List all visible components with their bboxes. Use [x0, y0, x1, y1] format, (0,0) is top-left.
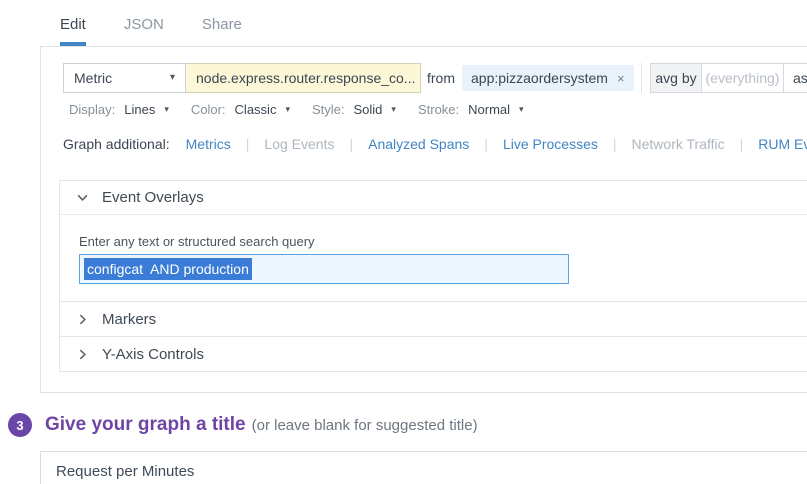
- scope-input[interactable]: app:pizzaordersystem ×: [462, 63, 642, 93]
- metric-type-label: Metric: [74, 70, 113, 86]
- step3-title-text: Give your graph a title: [45, 414, 246, 435]
- metric-type-dropdown[interactable]: Metric ▾: [63, 63, 186, 93]
- divider: |: [612, 136, 617, 152]
- color-dropdown[interactable]: Color: Classic ▾: [191, 102, 290, 117]
- link-live-processes[interactable]: Live Processes: [503, 136, 598, 152]
- chevron-down-icon: ▾: [519, 104, 524, 114]
- markers-section: Markers: [59, 301, 807, 337]
- link-log-events[interactable]: Log Events: [264, 136, 334, 152]
- style-value: Solid: [353, 102, 383, 117]
- metric-name-input[interactable]: node.express.router.response_co...: [186, 63, 421, 93]
- display-label: Display:: [69, 102, 116, 117]
- section-title: Markers: [102, 310, 157, 328]
- markers-header[interactable]: Markers: [60, 302, 807, 336]
- step3-title: Give your graph a title (or leave blank f…: [45, 414, 478, 436]
- group-by-input[interactable]: (everything): [702, 63, 784, 93]
- selected-query-text: configcat AND production: [84, 258, 252, 280]
- remove-tag-icon[interactable]: ×: [617, 71, 625, 86]
- chevron-down-icon: ▾: [391, 104, 396, 114]
- scope-tag[interactable]: app:pizzaordersystem ×: [462, 65, 634, 91]
- step-number-badge: 3: [8, 413, 32, 437]
- chevron-down-icon: [76, 191, 89, 204]
- link-rum-events[interactable]: RUM Ev: [758, 136, 807, 152]
- divider: |: [484, 136, 488, 152]
- metric-query-row: Metric ▾ node.express.router.response_co…: [63, 63, 807, 93]
- stroke-dropdown[interactable]: Stroke: Normal ▾: [418, 102, 524, 117]
- accordion-stack: Event Overlays Enter any text or structu…: [59, 180, 807, 372]
- aggregator-button[interactable]: avg by: [650, 63, 702, 93]
- divider: |: [245, 136, 250, 152]
- chevron-down-icon: ▾: [164, 104, 169, 114]
- graph-title-input[interactable]: Request per Minutes: [40, 451, 807, 484]
- display-value: Lines: [124, 102, 156, 117]
- graph-additional-label: Graph additional:: [63, 136, 170, 152]
- query-editor-panel: Metric ▾ node.express.router.response_co…: [40, 46, 807, 393]
- stroke-label: Stroke:: [417, 102, 460, 117]
- as-button[interactable]: as: [784, 63, 807, 93]
- graph-title-value: Request per Minutes: [56, 463, 195, 480]
- display-options-row: Display: Lines ▾ Color: Classic ▾ Style:…: [69, 102, 807, 117]
- tab-json[interactable]: JSON: [124, 16, 164, 46]
- event-overlays-section: Event Overlays Enter any text or structu…: [59, 180, 807, 302]
- event-overlays-header[interactable]: Event Overlays: [60, 181, 807, 215]
- graph-additional-row: Graph additional: Metrics | Log Events |…: [63, 136, 807, 152]
- from-label: from: [427, 70, 455, 86]
- divider: |: [739, 136, 744, 152]
- event-overlays-content: Enter any text or structured search quer…: [60, 215, 807, 301]
- step3-subtitle: (or leave blank for suggested title): [251, 417, 478, 434]
- scope-tag-label: app:pizzaordersystem: [471, 70, 608, 86]
- divider: |: [349, 136, 354, 152]
- y-axis-controls-header[interactable]: Y-Axis Controls: [60, 337, 807, 371]
- chevron-down-icon: ▾: [285, 104, 290, 114]
- metric-name-value: node.express.router.response_co...: [196, 70, 416, 86]
- event-search-input[interactable]: configcat AND production: [79, 254, 569, 284]
- link-network-traffic[interactable]: Network Traffic: [632, 136, 725, 152]
- y-axis-controls-section: Y-Axis Controls: [59, 336, 807, 372]
- style-label: Style:: [311, 102, 345, 117]
- stroke-value: Normal: [468, 102, 511, 117]
- tab-share[interactable]: Share: [202, 16, 242, 46]
- link-analyzed-spans[interactable]: Analyzed Spans: [368, 136, 469, 152]
- step3-heading: 3 Give your graph a title (or leave blank…: [8, 413, 807, 437]
- style-dropdown[interactable]: Style: Solid ▾: [312, 102, 396, 117]
- display-dropdown[interactable]: Display: Lines ▾: [69, 102, 169, 117]
- chevron-down-icon: ▾: [169, 72, 175, 83]
- editor-tab-bar: Edit JSON Share: [0, 0, 807, 46]
- color-value: Classic: [234, 102, 277, 117]
- tab-edit[interactable]: Edit: [60, 16, 86, 46]
- chevron-right-icon: [76, 348, 89, 361]
- search-query-label: Enter any text or structured search quer…: [79, 234, 315, 249]
- chevron-right-icon: [76, 313, 89, 326]
- section-title: Event Overlays: [102, 189, 204, 206]
- color-label: Color:: [190, 102, 226, 117]
- link-metrics[interactable]: Metrics: [186, 136, 231, 152]
- section-title: Y-Axis Controls: [102, 345, 204, 363]
- graph-editor: Edit JSON Share Metric ▾ node.express.ro…: [0, 0, 807, 484]
